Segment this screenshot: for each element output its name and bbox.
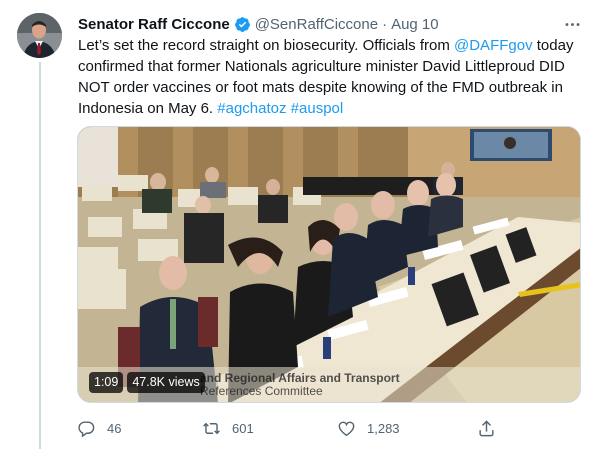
- tweet-header: Senator Raff Ciccone @SenRaffCiccone · A…: [78, 13, 583, 35]
- tweet-link[interactable]: #agchatoz: [217, 100, 286, 117]
- tweet-link[interactable]: #auspol: [291, 100, 344, 117]
- more-options-icon[interactable]: [561, 13, 583, 35]
- author-handle[interactable]: @SenRaffCiccone: [255, 16, 378, 33]
- avatar[interactable]: [17, 13, 62, 58]
- verified-badge-icon: [234, 16, 250, 32]
- retweet-icon: [203, 422, 220, 434]
- video-duration: 1:09: [89, 372, 124, 393]
- tweet-date[interactable]: Aug 10: [391, 16, 439, 33]
- like-button[interactable]: 1,283: [337, 419, 477, 438]
- share-icon: [479, 419, 494, 436]
- video-overlay: 1:09 47.8K views: [89, 372, 205, 393]
- tweet-text-segment: Let’s set the record straight on biosecu…: [78, 37, 454, 54]
- heart-icon: [338, 421, 355, 436]
- video-views: 47.8K views: [127, 372, 205, 393]
- author-name[interactable]: Senator Raff Ciccone: [78, 16, 230, 33]
- tweet-actions: 46 601 1,283: [77, 414, 507, 442]
- video-player[interactable]: and Regional Affairs and Transport Refer…: [77, 126, 581, 403]
- reply-icon: [78, 420, 95, 437]
- share-button[interactable]: [477, 419, 496, 438]
- tweet-link[interactable]: @DAFFgov: [454, 37, 533, 54]
- reply-count: 46: [107, 420, 122, 436]
- separator-dot: ·: [382, 15, 388, 33]
- video-frame: [78, 127, 580, 402]
- tweet-text: Let’s set the record straight on biosecu…: [78, 35, 583, 119]
- like-count: 1,283: [367, 420, 400, 436]
- caption-line-2: References Committee: [200, 384, 323, 398]
- thread-line: [39, 62, 41, 449]
- retweet-count: 601: [232, 420, 254, 436]
- retweet-button[interactable]: 601: [202, 419, 337, 438]
- video-caption: and Regional Affairs and Transport Refer…: [200, 372, 400, 398]
- reply-button[interactable]: 46: [77, 419, 202, 438]
